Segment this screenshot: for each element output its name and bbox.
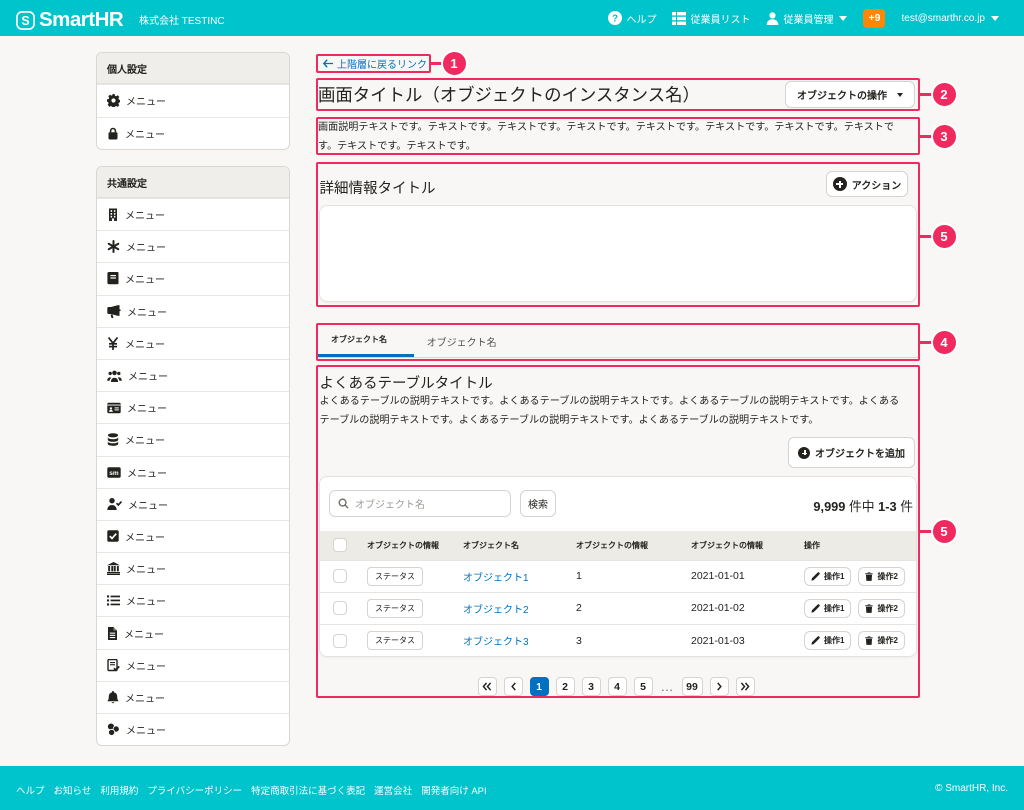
svg-text:S: S bbox=[21, 13, 29, 27]
svg-text:sm: sm bbox=[109, 470, 119, 477]
svg-text:?: ? bbox=[612, 14, 618, 25]
